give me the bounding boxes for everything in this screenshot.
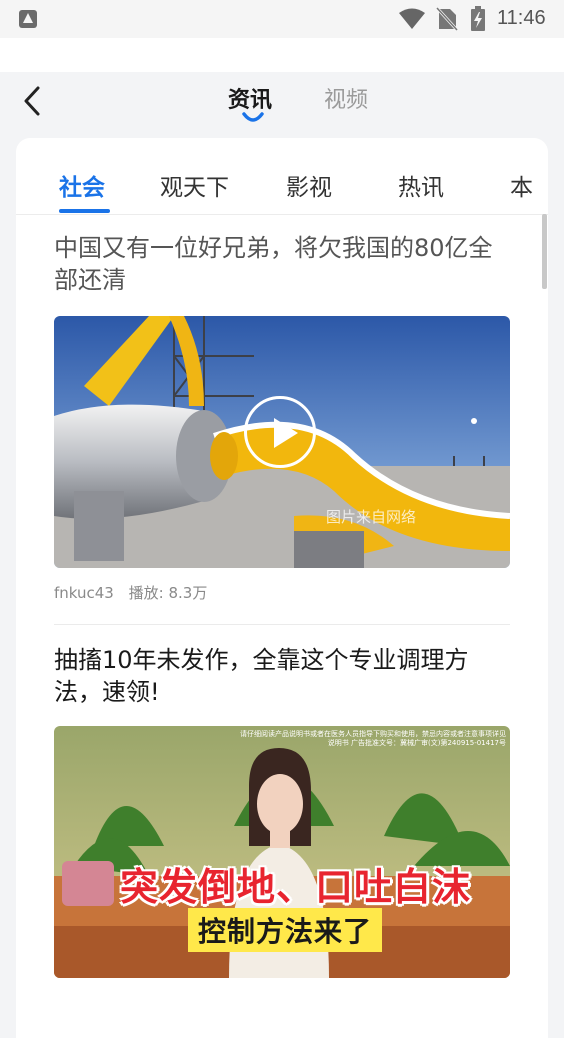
top-nav: 资讯 视频 [0,72,564,138]
image-subcaption: 控制方法来了 [188,908,383,952]
image-watermark: 图片来自网络 [326,508,417,526]
category-tabs: 社会 观天下 影视 热讯 本 [16,138,548,215]
no-sim-icon [436,7,458,31]
category-tab-world[interactable]: 观天下 [160,168,229,202]
article-item[interactable]: 中国又有一位好兄弟，将欠我国的80亿全部还清 图片来自网络 fnkuc43 播放… [54,232,510,625]
app-notification-icon [19,10,37,28]
wifi-icon [399,8,425,29]
article-play-count: 播放: 8.3万 [128,584,208,602]
clock-time: 11:46 [497,7,546,29]
back-button[interactable] [18,84,48,118]
article-divider [54,624,510,625]
article-ad-thumbnail[interactable]: 请仔细阅读产品说明书或者在医务人员指导下购买和使用，禁忌内容或者注意事项详见说明… [54,726,510,978]
status-bar: 11:46 [0,0,564,38]
category-tab-society[interactable]: 社会 [59,168,105,202]
active-tab-indicator [242,112,264,122]
play-icon[interactable] [244,396,316,468]
category-active-underline [59,209,110,213]
chevron-left-icon [24,86,40,116]
article-video-thumbnail[interactable]: 图片来自网络 [54,316,510,568]
top-spacer [0,38,564,72]
article-meta: fnkuc43 播放: 8.3万 [54,582,207,603]
news-card: 社会 观天下 影视 热讯 本 中国又有一位好兄弟，将欠我国的80亿全部还清 图片… [16,138,548,1038]
category-tab-local[interactable]: 本 [510,168,533,202]
article-author: fnkuc43 [54,584,114,602]
image-caption: 突发倒地、口吐白沫 [120,865,472,909]
article-title: 抽搐10年未发作，全靠这个专业调理方法，速领! [54,646,469,706]
tab-video[interactable]: 视频 [324,82,368,114]
article-title: 中国又有一位好兄弟，将欠我国的80亿全部还清 [54,234,493,294]
category-tab-film[interactable]: 影视 [286,168,332,202]
battery-charging-icon [471,6,485,31]
category-tab-hot[interactable]: 热讯 [398,168,444,202]
tab-news[interactable]: 资讯 [228,82,272,114]
scrollbar[interactable] [542,214,547,289]
article-item[interactable]: 抽搐10年未发作，全靠这个专业调理方法，速领! 请仔细阅读产品说明书或者在医务人… [54,644,510,978]
ad-disclaimer: 请仔细阅读产品说明书或者在医务人员指导下购买和使用，禁忌内容或者注意事项详见说明… [240,730,506,747]
